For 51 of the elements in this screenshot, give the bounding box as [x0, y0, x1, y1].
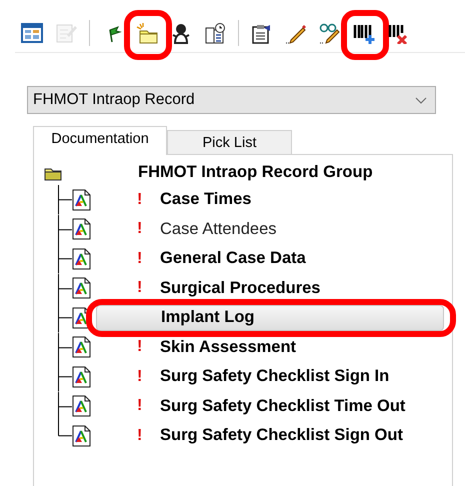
figure-icon: [170, 22, 192, 44]
folder-icon: [136, 22, 158, 44]
required-mark: !: [137, 190, 144, 209]
tree-item[interactable]: Implant Log: [96, 304, 444, 331]
tree-item[interactable]: ! Surg Safety Checklist Sign In: [96, 364, 444, 390]
barcode-add-icon: [353, 22, 375, 44]
tree-item[interactable]: ! Case Times: [96, 186, 444, 213]
form-icon: [55, 22, 77, 44]
document-icon: [72, 188, 91, 211]
window-icon: [21, 22, 43, 44]
highlight-ring: [124, 10, 172, 60]
item-label: Case Times: [160, 190, 252, 210]
tree-item[interactable]: ! Surg Safety Checklist Time Out: [96, 393, 444, 420]
item-label: Surg Safety Checklist Sign In: [160, 367, 390, 386]
required-mark: !: [137, 220, 144, 238]
document-icon: [72, 218, 91, 240]
tab[interactable]: Documentation: [33, 126, 167, 155]
clipboard-icon: [251, 22, 273, 44]
tree-item[interactable]: ! Case Attendees: [96, 216, 444, 242]
item-label: General Case Data: [160, 249, 306, 268]
document-icon: [72, 336, 91, 358]
required-mark: !: [137, 426, 144, 445]
item-label: Implant Log: [161, 308, 254, 328]
item-label: Surgical Procedures: [160, 278, 320, 298]
required-mark: !: [137, 338, 144, 356]
tree-item[interactable]: ! Surgical Procedures: [96, 275, 444, 302]
document-icon: [72, 395, 91, 418]
tree-item[interactable]: ! Surg Safety Checklist Sign Out: [96, 422, 444, 449]
document-icon: [72, 248, 91, 270]
document-icon: [72, 277, 91, 300]
item-label: Case Attendees: [160, 220, 276, 239]
tree-group-label[interactable]: FHMOT Intraop Record Group: [138, 163, 373, 182]
pencil-icon: [285, 22, 307, 44]
document-icon: [72, 424, 91, 447]
record-dropdown[interactable]: FHMOT Intraop Record: [27, 86, 436, 114]
tab[interactable]: Pick List: [167, 130, 292, 154]
document-icon: [72, 366, 91, 388]
tree-item[interactable]: ! Skin Assessment: [96, 334, 444, 360]
required-mark: !: [137, 397, 144, 416]
required-mark: !: [137, 368, 144, 386]
required-mark: !: [137, 250, 144, 268]
book-icon: [204, 22, 226, 44]
item-label: Surg Safety Checklist Time Out: [160, 396, 406, 416]
item-label: Skin Assessment: [160, 338, 296, 357]
tree-item[interactable]: ! General Case Data: [96, 246, 444, 272]
glasses-pencil-icon: [319, 22, 341, 44]
dropdown-value: FHMOT Intraop Record: [32, 91, 196, 109]
barcode-delete-icon: [387, 22, 409, 44]
required-mark: !: [137, 279, 144, 298]
item-label: Surg Safety Checklist Sign Out: [160, 426, 403, 446]
highlight-ring: [341, 10, 389, 60]
